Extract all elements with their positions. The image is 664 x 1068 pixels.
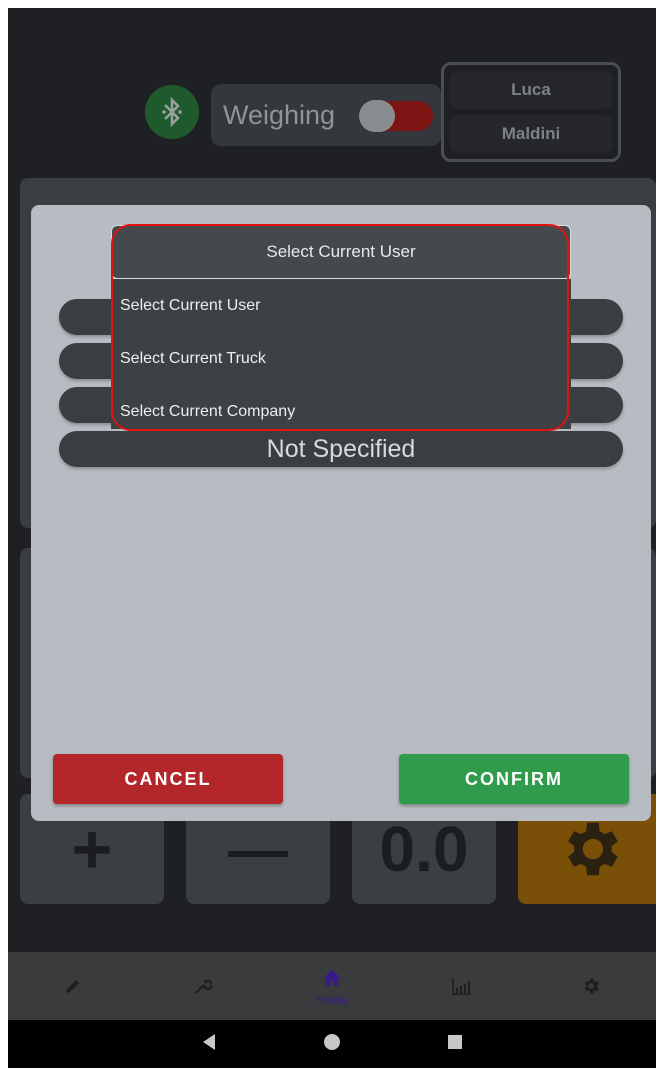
bottom-navigation: Home: [8, 952, 656, 1020]
last-name[interactable]: Maldini: [450, 115, 612, 153]
nav-item-reports[interactable]: [397, 952, 527, 1020]
nav-item-home[interactable]: Home: [267, 952, 397, 1020]
wrench-icon: [190, 974, 214, 998]
system-nav-bar: [8, 1020, 656, 1068]
bluetooth-icon: [162, 97, 182, 127]
operator-name-box: Luca Maldini: [441, 62, 621, 162]
back-icon[interactable]: [201, 1033, 217, 1056]
home-circle-icon[interactable]: [323, 1033, 341, 1056]
nav-label-home: Home: [315, 992, 348, 1007]
nav-item-settings[interactable]: [526, 952, 656, 1020]
bluetooth-button[interactable]: [145, 85, 199, 139]
pencil-icon: [61, 974, 85, 998]
bar-chart-icon: [450, 974, 474, 998]
confirm-button[interactable]: CONFIRM: [399, 754, 629, 804]
cancel-button[interactable]: CANCEL: [53, 754, 283, 804]
home-icon: [320, 966, 344, 990]
recents-icon[interactable]: [447, 1034, 463, 1055]
nav-item-tools[interactable]: [138, 952, 268, 1020]
weighing-toggle-box: Weighing: [211, 84, 441, 146]
highlight-box: [111, 224, 569, 431]
gear-icon: [579, 974, 603, 998]
select-dialog: Not Specified Select Current User Select…: [31, 205, 651, 821]
device-screen: Weighing Luca Maldini + — 0.0 Not Specif…: [8, 8, 656, 1068]
gear-icon: [568, 822, 618, 876]
first-name[interactable]: Luca: [450, 71, 612, 109]
weighing-toggle[interactable]: [359, 100, 433, 132]
weighing-label: Weighing: [223, 99, 336, 130]
nav-item-edit[interactable]: [8, 952, 138, 1020]
toggle-knob: [359, 100, 395, 132]
